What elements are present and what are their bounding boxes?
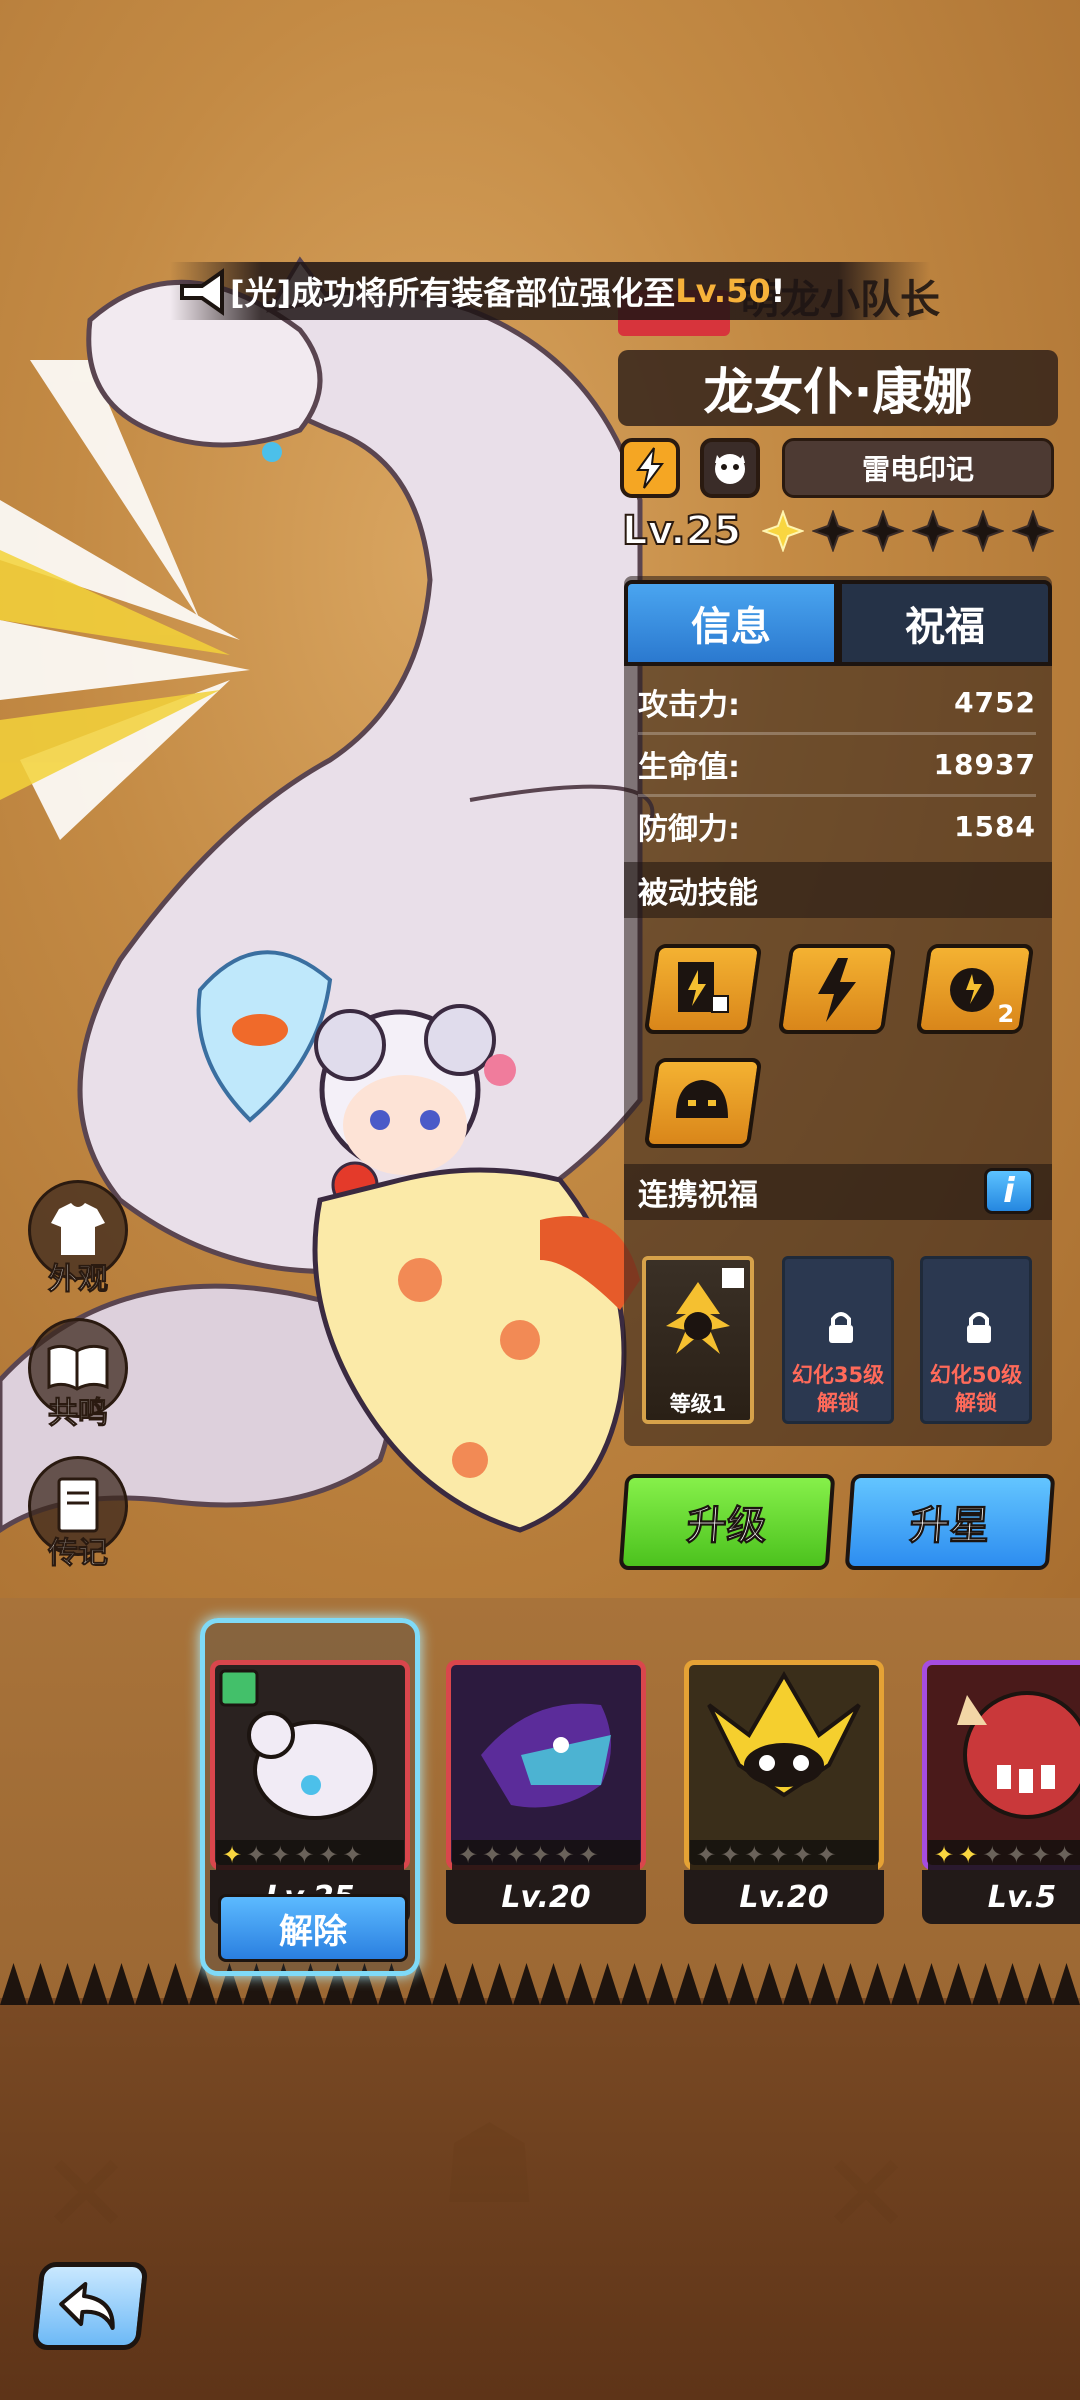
- star-empty-icon: ✦: [530, 1841, 551, 1869]
- stat-value: 18937: [933, 747, 1036, 781]
- roster-level: Lv.20: [446, 1870, 646, 1924]
- stat-row-defense: 防御力: 1584: [638, 796, 1036, 856]
- star-up-button[interactable]: 升星: [844, 1474, 1056, 1570]
- star-empty-icon: ✦: [270, 1841, 291, 1869]
- link-bless-info-button[interactable]: i: [984, 1168, 1034, 1214]
- background-pattern-icon: ✕: [40, 2130, 133, 2258]
- hero-star-rating: [762, 510, 1054, 560]
- appearance-label: 外观: [48, 1262, 109, 1298]
- roster-portrait: [446, 1660, 646, 1870]
- roster-portrait: [922, 1660, 1080, 1870]
- skill-count-badge: 2: [997, 1000, 1015, 1028]
- bless-card-locked-50[interactable]: 幻化50级 解锁: [920, 1256, 1032, 1424]
- skill-card-orb[interactable]: 2: [915, 944, 1035, 1034]
- star-empty-icon: ✦: [696, 1841, 717, 1869]
- megaphone-icon: [180, 268, 224, 316]
- star-empty-icon: ✦: [294, 1841, 315, 1869]
- star-empty-icon: ✦: [554, 1841, 575, 1869]
- star-empty-icon: ✦: [816, 1841, 837, 1869]
- roster-card-dark-dragon[interactable]: ✦ ✦ ✦ ✦ ✦ ✦ Lv.20: [446, 1660, 646, 1928]
- star-empty-icon: ✦: [458, 1841, 479, 1869]
- roster-level: Lv.5: [922, 1870, 1080, 1924]
- roster-stars: ✦ ✦ ✦ ✦ ✦ ✦: [928, 1840, 1080, 1870]
- star-empty-icon: ✦: [982, 1841, 1003, 1869]
- star-filled-icon: ✦: [958, 1841, 979, 1869]
- star-empty-icon: ✦: [578, 1841, 599, 1869]
- stat-label: 攻击力:: [638, 688, 740, 723]
- upgrade-button[interactable]: 升级: [618, 1474, 836, 1570]
- stat-label: 生命值:: [638, 750, 740, 785]
- back-button[interactable]: [31, 2262, 149, 2350]
- roster-portrait: [684, 1660, 884, 1870]
- skill-card-lightning[interactable]: [777, 944, 897, 1034]
- stat-row-attack: 攻击力: 4752: [638, 672, 1036, 735]
- passive-skill-header: 被动技能: [624, 862, 1052, 918]
- bottom-background: [0, 1998, 1080, 2400]
- spike-divider: [0, 1963, 1080, 2005]
- hero-name: 龙女仆·康娜: [618, 350, 1058, 426]
- star-empty-icon: ✦: [482, 1841, 503, 1869]
- star-empty-icon: [812, 510, 854, 552]
- background-pattern-icon: ✕: [820, 2130, 913, 2258]
- star-filled-icon: [762, 510, 804, 552]
- stat-value: 4752: [954, 685, 1036, 719]
- stat-value: 1584: [954, 809, 1036, 843]
- beast-face-icon[interactable]: [700, 438, 760, 498]
- star-empty-icon: [912, 510, 954, 552]
- lock-icon: [967, 1312, 991, 1343]
- skill-card-dice[interactable]: [643, 944, 763, 1034]
- notice-suffix: !: [770, 272, 786, 310]
- stat-row-hp: 生命值: 18937: [638, 734, 1036, 797]
- roster-stars: ✦ ✦ ✦ ✦ ✦ ✦: [216, 1840, 404, 1870]
- star-empty-icon: [962, 510, 1004, 552]
- roster-card-red-beast[interactable]: ✦ ✦ ✦ ✦ ✦ ✦ Lv.5: [922, 1660, 1080, 1928]
- star-empty-icon: ✦: [792, 1841, 813, 1869]
- background-pattern-icon: ☗: [440, 2100, 539, 2228]
- bless-unlock-condition: 幻化35级: [791, 1363, 885, 1387]
- roster-card-kanna[interactable]: ✦✦✦✦✦✦ Lv.25: [210, 1660, 410, 1928]
- hero-level: Lv.25: [621, 507, 742, 555]
- star-filled-icon: ✦: [222, 1841, 243, 1869]
- tab-info[interactable]: 信息: [624, 580, 838, 666]
- roster-level: Lv.20: [684, 1870, 884, 1924]
- star-empty-icon: ✦: [1030, 1841, 1051, 1869]
- release-button[interactable]: 解除: [218, 1894, 408, 1962]
- roster-stars: ✦ ✦ ✦ ✦ ✦ ✦: [690, 1840, 878, 1870]
- star-empty-icon: [862, 510, 904, 552]
- roster-portrait: [210, 1660, 410, 1870]
- bless-card-level1[interactable]: 等级1: [642, 1256, 754, 1424]
- bless-unlock-label: 解锁: [817, 1391, 859, 1415]
- bless-card-locked-35[interactable]: 幻化35级 解锁: [782, 1256, 894, 1424]
- seal-label[interactable]: 雷电印记: [782, 438, 1054, 498]
- star-empty-icon: ✦: [1006, 1841, 1027, 1869]
- star-filled-icon: ✦: [934, 1841, 955, 1869]
- biography-label: 传记: [48, 1536, 109, 1572]
- stat-label: 防御力:: [638, 812, 740, 847]
- lightning-icon[interactable]: [620, 438, 680, 498]
- bless-card-caption: 等级1: [669, 1392, 727, 1416]
- bless-unlock-label: 解锁: [955, 1391, 997, 1415]
- star-empty-icon: ✦: [318, 1841, 339, 1869]
- bless-unlock-condition: 幻化50级: [929, 1363, 1023, 1387]
- notice-highlight: Lv.50: [675, 272, 771, 310]
- star-empty-icon: [1012, 510, 1054, 552]
- resonance-label: 共鸣: [48, 1396, 109, 1432]
- star-empty-icon: ✦: [720, 1841, 741, 1869]
- star-empty-icon: ✦: [1054, 1841, 1075, 1869]
- star-empty-icon: ✦: [246, 1841, 267, 1869]
- roster-card-thunder-spirit[interactable]: ✦ ✦ ✦ ✦ ✦ ✦ Lv.20: [684, 1660, 884, 1928]
- notice-text: [光]成功将所有装备部位强化至: [230, 274, 676, 312]
- skill-card-helmet[interactable]: [643, 1058, 763, 1148]
- star-empty-icon: ✦: [744, 1841, 765, 1869]
- system-notice: [光]成功将所有装备部位强化至 Lv.50!: [170, 262, 930, 320]
- star-empty-icon: ✦: [506, 1841, 527, 1869]
- lock-icon: [829, 1312, 853, 1343]
- tab-bless[interactable]: 祝福: [838, 580, 1052, 666]
- back-arrow-icon: [59, 2282, 115, 2330]
- star-empty-icon: ✦: [342, 1841, 363, 1869]
- roster-stars: ✦ ✦ ✦ ✦ ✦ ✦: [452, 1840, 640, 1870]
- star-empty-icon: ✦: [768, 1841, 789, 1869]
